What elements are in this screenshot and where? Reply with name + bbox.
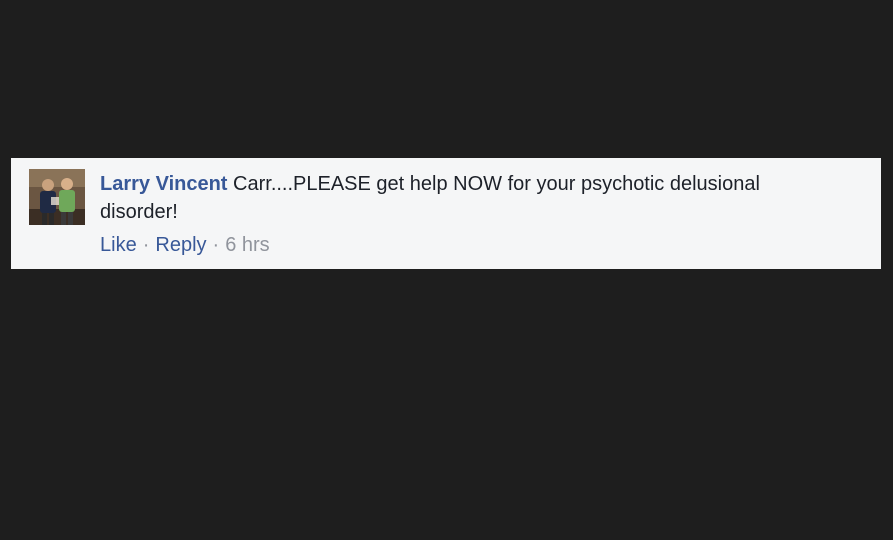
separator-dot: · bbox=[212, 234, 220, 256]
comment-card: Larry Vincent Carr....PLEASE get help NO… bbox=[11, 158, 881, 269]
like-button[interactable]: Like bbox=[100, 234, 137, 256]
avatar[interactable] bbox=[29, 169, 85, 225]
separator-dot: · bbox=[142, 234, 150, 256]
comment-timestamp[interactable]: 6 hrs bbox=[225, 234, 269, 256]
comment-actions: Like · Reply · 6 hrs bbox=[100, 231, 270, 259]
comment-body: Larry Vincent Carr....PLEASE get help NO… bbox=[100, 170, 840, 226]
reply-button[interactable]: Reply bbox=[155, 234, 206, 256]
profile-photo-icon bbox=[29, 169, 85, 225]
comment-author-link[interactable]: Larry Vincent bbox=[100, 173, 227, 195]
